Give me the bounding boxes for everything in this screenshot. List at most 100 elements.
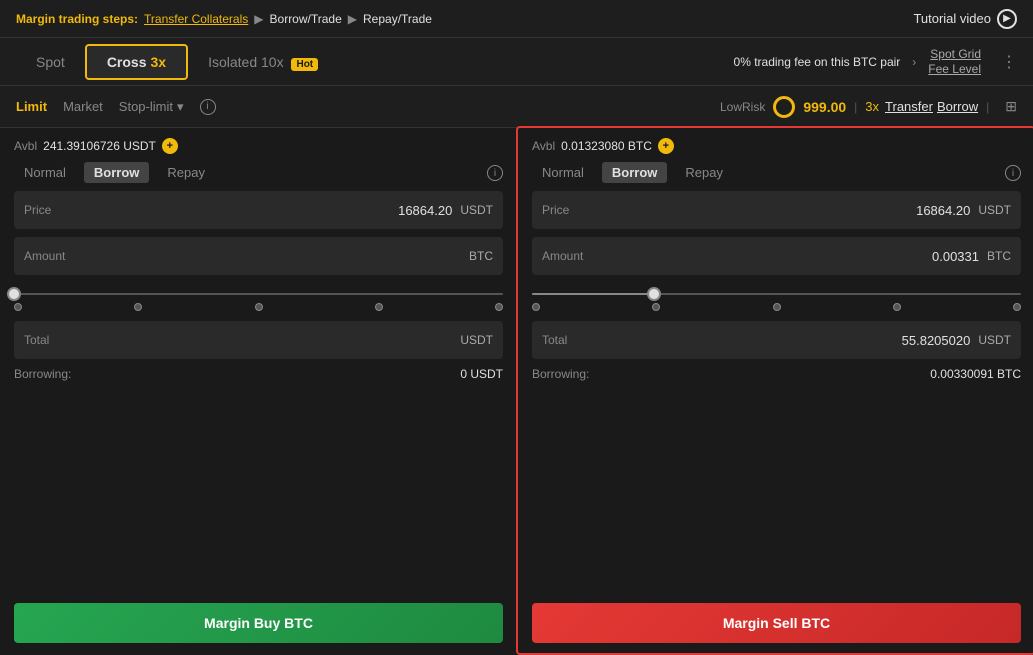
risk-area: LowRisk 999.00 | 3x Transfer Borrow | ⊞	[720, 96, 1017, 118]
buy-avbl-value: 241.39106726 USDT	[43, 139, 156, 153]
buy-slider[interactable]	[14, 283, 503, 313]
arrow2: ▶	[348, 12, 357, 26]
sell-amount-value: 0.00331	[932, 249, 979, 264]
sell-slider-dot-25[interactable]	[652, 303, 660, 311]
sell-total-field[interactable]: Total 55.8205020 USDT	[532, 321, 1021, 359]
buy-price-label: Price	[24, 203, 398, 217]
buy-add-funds-button[interactable]: +	[162, 138, 178, 154]
fee-level-link[interactable]: Fee Level	[928, 62, 981, 76]
market-button[interactable]: Market	[63, 99, 103, 114]
sell-borrowing-row: Borrowing: 0.00330091 BTC	[532, 367, 1021, 381]
slider-dot-0[interactable]	[14, 303, 22, 311]
slider-dot-50[interactable]	[255, 303, 263, 311]
buy-amount-label: Amount	[24, 249, 469, 263]
buy-amount-field[interactable]: Amount BTC	[14, 237, 503, 275]
tutorial-label: Tutorial video	[913, 11, 991, 26]
sell-total-label: Total	[542, 333, 902, 347]
promo-links: Spot Grid Fee Level	[928, 47, 981, 76]
sell-slider-dot-75[interactable]	[893, 303, 901, 311]
cross-mode-button[interactable]: Cross3x	[85, 44, 188, 80]
sell-amount-field[interactable]: Amount 0.00331 BTC	[532, 237, 1021, 275]
promo-arrow[interactable]: ›	[912, 55, 916, 69]
grid-icon[interactable]: ⊞	[1005, 98, 1017, 115]
order-type-bar: Limit Market Stop-limit ▾ i LowRisk 999.…	[0, 86, 1033, 128]
transfer-link[interactable]: Transfer	[885, 99, 933, 114]
tutorial-button[interactable]: Tutorial video ▶	[913, 9, 1017, 29]
slider-dot-25[interactable]	[134, 303, 142, 311]
sell-price-unit: USDT	[978, 203, 1011, 217]
sell-amount-unit: BTC	[987, 249, 1011, 263]
buy-total-field[interactable]: Total USDT	[14, 321, 503, 359]
order-type-info-icon[interactable]: i	[200, 99, 216, 115]
sell-repay-tab[interactable]: Repay	[675, 162, 733, 183]
margin-buy-button[interactable]: Margin Buy BTC	[14, 603, 503, 643]
sell-borrow-tab[interactable]: Borrow	[602, 162, 668, 183]
sell-price-label: Price	[542, 203, 916, 217]
buy-panel: Avbl 241.39106726 USDT + Normal Borrow R…	[0, 128, 518, 653]
slider-dot-75[interactable]	[375, 303, 383, 311]
sell-normal-tab[interactable]: Normal	[532, 162, 594, 183]
sell-add-funds-button[interactable]: +	[658, 138, 674, 154]
stop-limit-button[interactable]: Stop-limit ▾	[119, 99, 184, 115]
margin-sell-button[interactable]: Margin Sell BTC	[532, 603, 1021, 643]
slider-dot-100[interactable]	[495, 303, 503, 311]
sell-slider-dot-0[interactable]	[532, 303, 540, 311]
sell-slider[interactable]	[532, 283, 1021, 313]
borrow-link[interactable]: Borrow	[937, 99, 978, 114]
risk-gauge	[773, 96, 795, 118]
buy-borrowing-value: 0 USDT	[460, 367, 503, 381]
sell-avbl-label: Avbl	[532, 139, 555, 153]
sell-avbl-value: 0.01323080 BTC	[561, 139, 652, 153]
buy-amount-unit: BTC	[469, 249, 493, 263]
step2: Borrow/Trade	[270, 12, 342, 26]
limit-button[interactable]: Limit	[16, 99, 47, 114]
buy-total-label: Total	[24, 333, 460, 347]
buy-repay-tab[interactable]: Repay	[157, 162, 215, 183]
spot-mode-button[interactable]: Spot	[16, 46, 85, 78]
sell-price-value: 16864.20	[916, 203, 970, 218]
three-dots-icon[interactable]: ⋮	[1001, 52, 1017, 72]
step3: Repay/Trade	[363, 12, 432, 26]
sell-total-unit: USDT	[978, 333, 1011, 347]
transfer-borrow-links: 3x Transfer Borrow	[865, 99, 978, 114]
buy-tab-row: Normal Borrow Repay i	[14, 162, 503, 183]
sell-borrowing-value: 0.00330091 BTC	[930, 367, 1021, 381]
risk-value: 999.00	[803, 99, 846, 115]
buy-avbl-row: Avbl 241.39106726 USDT +	[14, 138, 503, 154]
sell-total-value: 55.8205020	[902, 333, 971, 348]
top-bar: Margin trading steps: Transfer Collatera…	[0, 0, 1033, 38]
multiplier-badge: 3x	[865, 99, 879, 114]
steps-label: Margin trading steps:	[16, 12, 138, 26]
low-risk-label: LowRisk	[720, 100, 765, 114]
step1[interactable]: Transfer Collaterals	[144, 12, 248, 26]
hot-badge: Hot	[291, 58, 318, 71]
sell-slider-dot-100[interactable]	[1013, 303, 1021, 311]
mode-bar: Spot Cross3x Isolated 10x Hot 0% trading…	[0, 38, 1033, 86]
arrow1: ▶	[254, 12, 263, 26]
trading-panels: Avbl 241.39106726 USDT + Normal Borrow R…	[0, 128, 1033, 653]
buy-borrowing-label: Borrowing:	[14, 367, 71, 381]
sell-tab-row: Normal Borrow Repay i	[532, 162, 1021, 183]
promo-text: 0% trading fee on this BTC pair	[734, 55, 901, 69]
buy-borrow-tab[interactable]: Borrow	[84, 162, 150, 183]
buy-price-field[interactable]: Price 16864.20 USDT	[14, 191, 503, 229]
sell-borrowing-label: Borrowing:	[532, 367, 589, 381]
buy-total-unit: USDT	[460, 333, 493, 347]
sell-amount-label: Amount	[542, 249, 932, 263]
buy-borrowing-row: Borrowing: 0 USDT	[14, 367, 503, 381]
sell-price-field[interactable]: Price 16864.20 USDT	[532, 191, 1021, 229]
buy-tab-info-icon[interactable]: i	[487, 165, 503, 181]
play-icon: ▶	[997, 9, 1017, 29]
sell-tab-info-icon[interactable]: i	[1005, 165, 1021, 181]
sell-avbl-row: Avbl 0.01323080 BTC +	[532, 138, 1021, 154]
promo-area: 0% trading fee on this BTC pair › Spot G…	[734, 47, 1017, 76]
breadcrumb: Margin trading steps: Transfer Collatera…	[16, 12, 432, 26]
sell-panel: Avbl 0.01323080 BTC + Normal Borrow Repa…	[516, 126, 1033, 655]
buy-normal-tab[interactable]: Normal	[14, 162, 76, 183]
buy-price-value: 16864.20	[398, 203, 452, 218]
cross-multiplier: 3x	[151, 54, 167, 70]
spot-grid-link[interactable]: Spot Grid	[930, 47, 981, 61]
buy-avbl-label: Avbl	[14, 139, 37, 153]
sell-slider-dot-50[interactable]	[773, 303, 781, 311]
isolated-mode-button[interactable]: Isolated 10x Hot	[188, 46, 338, 78]
